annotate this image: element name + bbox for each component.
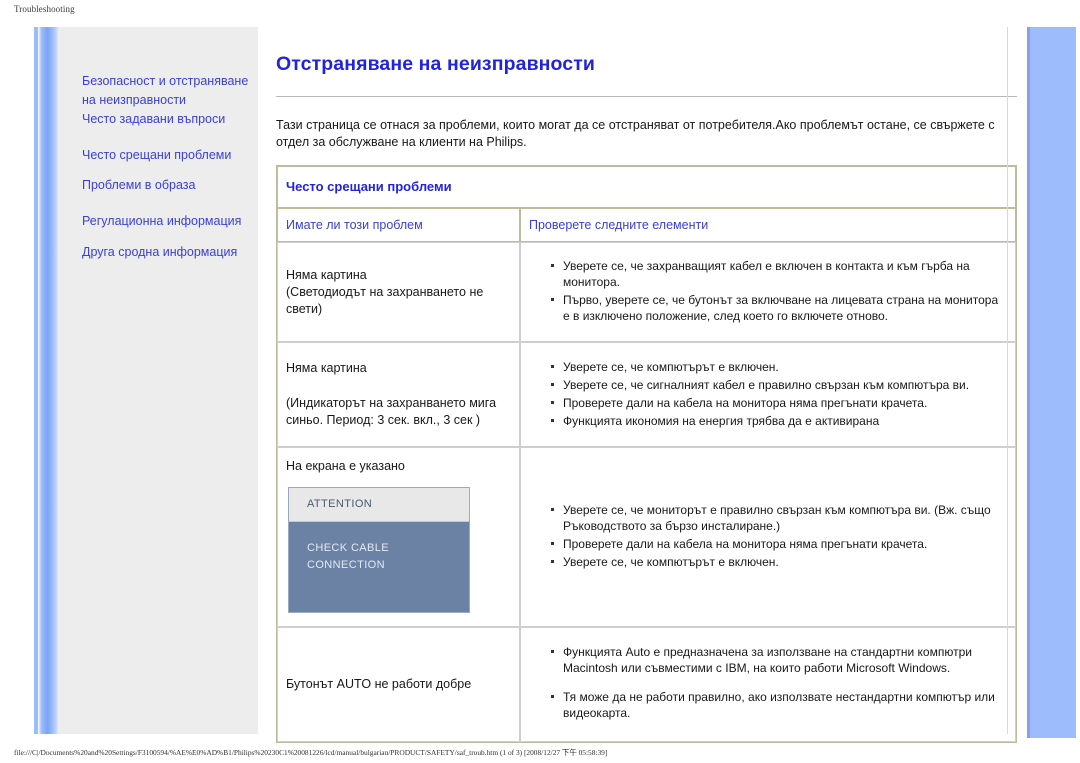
attention-message: CHECK CABLE CONNECTION <box>307 542 390 571</box>
sidebar-item-faq[interactable]: Често задавани въпроси <box>58 110 258 129</box>
problem-1-line-1: Няма картина <box>286 267 367 282</box>
right-separator-line <box>1007 27 1008 734</box>
solution-list-2: Уверете се, че компютърът е включен. Уве… <box>529 359 1007 429</box>
list-item-text: Функцията Auto е предназначена за използ… <box>563 645 972 675</box>
list-item-text: Тя може да не работи правилно, ако изпол… <box>563 690 995 720</box>
sidebar-group-3: Регулационна информация Друга сродна инф… <box>58 212 258 262</box>
table-caption-text: Често срещани проблеми <box>286 179 452 194</box>
list-item: Проверете дали на кабела на монитора ням… <box>551 395 1007 411</box>
problem-1-line-2: (Светодиодът на захранването не <box>286 284 484 299</box>
list-item: Първо, уверете се, че бутонът за включва… <box>551 292 1007 324</box>
problem-1-line-3: свети) <box>286 301 323 316</box>
problem-4-line-1: Бутонът AUTO не работи добре <box>286 677 472 691</box>
right-accent-bar <box>1027 27 1076 738</box>
column-header-answer: Проверете следните елементи <box>520 208 1016 242</box>
solution-cell-2: Уверете се, че компютърът е включен. Уве… <box>520 342 1016 447</box>
solution-cell-4: Функцията Auto е предназначена за използ… <box>520 627 1016 742</box>
sidebar-item-imaging-problems[interactable]: Проблеми в образа <box>58 176 258 195</box>
list-item: Уверете се, че компютърът е включен. <box>551 359 1007 375</box>
solution-list-3: Уверете се, че мониторът е правилно свър… <box>529 502 1007 570</box>
problem-cell-4: Бутонът AUTO не работи добре <box>277 627 520 742</box>
table-row: Бутонът AUTO не работи добре Функцията A… <box>277 627 1016 742</box>
problems-table-wrapper: Често срещани проблеми Имате ли този про… <box>276 165 1017 743</box>
list-item: Уверете се, че захранващият кабел е вклю… <box>551 258 1007 290</box>
status-bar: file:///C|/Documents%20and%20Settings/F3… <box>0 743 1080 763</box>
title-divider <box>276 96 1017 97</box>
problem-2-line-2: (Индикаторът на захранването мига <box>286 396 497 410</box>
solution-cell-1: Уверете се, че захранващият кабел е вклю… <box>520 242 1016 342</box>
solution-cell-3: Уверете се, че мониторът е правилно свър… <box>520 447 1016 627</box>
sidebar-item-safety-troubleshooting-line1[interactable]: Безопасност и отстраняване <box>58 72 258 91</box>
column-header-question: Имате ли този проблем <box>277 208 520 242</box>
list-item: Уверете се, че компютърът е включен. <box>551 554 1007 570</box>
attention-graphic: ATTENTION CHECK CABLE CONNECTION <box>288 487 470 613</box>
left-accent-bar <box>38 27 58 734</box>
table-header-row: Имате ли този проблем Проверете следните… <box>277 208 1016 242</box>
list-item: Проверете дали на кабела на монитора ням… <box>551 536 1007 552</box>
problem-cell-3: На екрана е указано ATTENTION CHECK CABL… <box>277 447 520 627</box>
problem-cell-2: Няма картина (Индикаторът на захранванет… <box>277 342 520 447</box>
solution-list-1: Уверете се, че захранващият кабел е вклю… <box>529 258 1007 324</box>
problem-2-spacer <box>286 377 511 395</box>
table-caption-cell: Често срещани проблеми <box>277 166 1016 208</box>
list-item: Функцията Auto е предназначена за използ… <box>551 644 1007 676</box>
right-accent-bar-edge <box>1027 27 1030 738</box>
solution-list-4: Функцията Auto е предназначена за използ… <box>529 644 1007 721</box>
problem-cell-1: Няма картина (Светодиодът на захранванет… <box>277 242 520 342</box>
problem-2-line-3: синьо. Период: 3 сек. вкл., 3 сек ) <box>286 413 481 427</box>
table-row: Няма картина (Светодиодът на захранванет… <box>277 242 1016 342</box>
list-item: Уверете се, че мониторът е правилно свър… <box>551 502 1007 534</box>
sidebar-item-safety-troubleshooting-line2[interactable]: на неизправности <box>58 91 258 110</box>
page-frame: Безопасност и отстраняване на неизправно… <box>34 27 1045 743</box>
problem-3-line-1: На екрана е указано <box>286 459 405 473</box>
problem-2-line-1: Няма картина <box>286 361 367 375</box>
list-item: Уверете се, че сигналният кабел е правил… <box>551 377 1007 393</box>
sidebar-item-regulatory-information[interactable]: Регулационна информация <box>58 212 258 231</box>
print-header: Troubleshooting <box>14 4 75 14</box>
main-content: Отстраняване на неизправности Тази стран… <box>258 27 1045 743</box>
intro-paragraph: Тази страница се отнася за проблеми, кои… <box>276 118 995 149</box>
list-item: Функцията икономия на енергия трябва да … <box>551 413 1007 429</box>
table-row: Няма картина (Индикаторът на захранванет… <box>277 342 1016 447</box>
sidebar-item-common-problems[interactable]: Често срещани проблеми <box>58 146 258 165</box>
problems-table: Често срещани проблеми Имате ли този про… <box>276 165 1017 743</box>
column-header-question-text: Имате ли този проблем <box>286 218 423 232</box>
sidebar-item-other-related-information[interactable]: Друга сродна информация <box>58 243 258 262</box>
column-header-answer-text: Проверете следните елементи <box>529 218 709 232</box>
sidebar-group-2: Често срещани проблеми Проблеми в образа <box>58 146 258 195</box>
sidebar-group-1: Безопасност и отстраняване на неизправно… <box>58 72 258 129</box>
table-caption-row: Често срещани проблеми <box>277 166 1016 208</box>
sidebar-nav: Безопасност и отстраняване на неизправно… <box>58 27 258 734</box>
table-row: На екрана е указано ATTENTION CHECK CABL… <box>277 447 1016 627</box>
attention-title: ATTENTION <box>289 488 469 522</box>
page-title: Отстраняване на неизправности <box>276 53 595 75</box>
list-item: Тя може да не работи правилно, ако изпол… <box>551 689 1007 721</box>
